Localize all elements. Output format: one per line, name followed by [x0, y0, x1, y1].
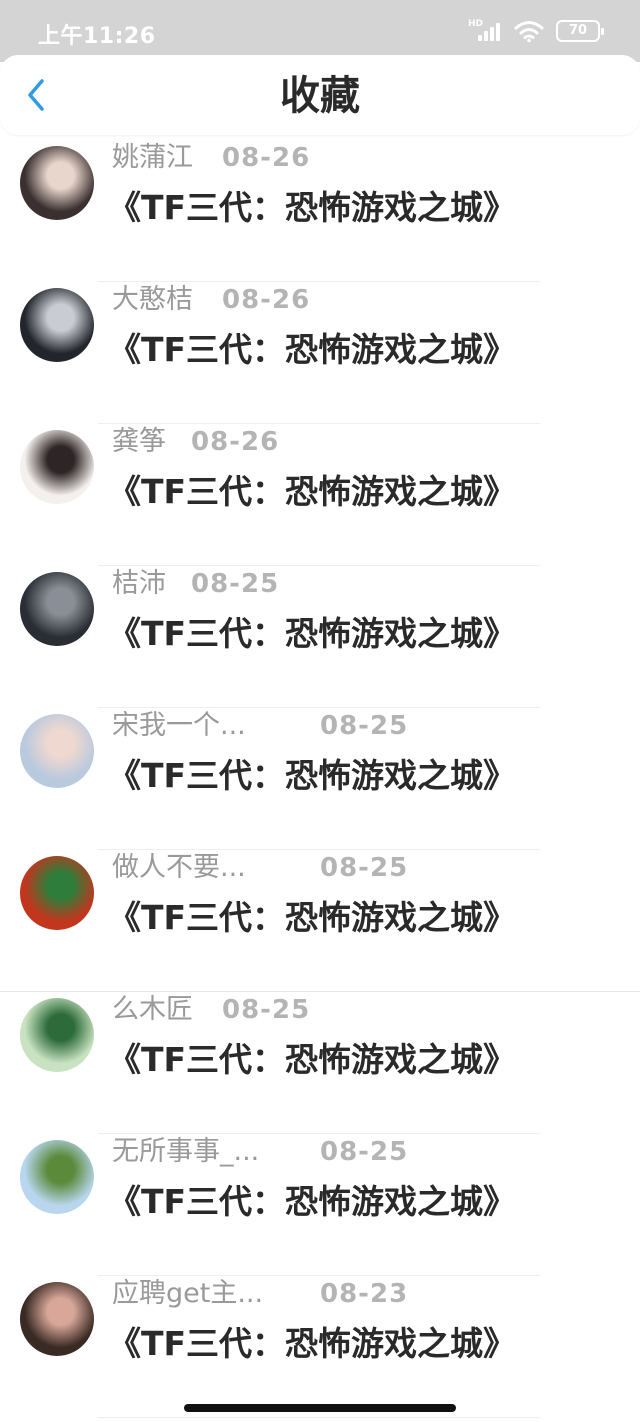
list-item[interactable]: 么木匠 08-25 《TF三代：恐怖游戏之城》	[0, 992, 640, 1134]
post-title[interactable]: 《TF三代：恐怖游戏之城》	[108, 1180, 516, 1224]
status-icons: HD 70	[468, 18, 604, 44]
avatar[interactable]	[20, 998, 94, 1072]
page-title: 收藏	[280, 73, 360, 119]
list-item[interactable]: 应聘get主... 08-23 《TF三代：恐怖游戏之城》	[0, 1276, 640, 1418]
post-date: 08-25	[320, 711, 409, 741]
username[interactable]: 宋我一个...	[112, 708, 246, 744]
list-item[interactable]: 龚筝 08-26 《TF三代：恐怖游戏之城》	[0, 424, 640, 566]
nav-bar: 收藏	[0, 55, 640, 135]
item-meta: 宋我一个... 08-25	[112, 708, 612, 744]
post-title[interactable]: 《TF三代：恐怖游戏之城》	[108, 896, 516, 940]
post-title[interactable]: 《TF三代：恐怖游戏之城》	[108, 328, 516, 372]
post-date: 08-25	[222, 995, 311, 1025]
post-title[interactable]: 《TF三代：恐怖游戏之城》	[108, 754, 516, 798]
post-date: 08-25	[320, 853, 409, 883]
status-time: 上午11:26	[38, 24, 156, 49]
item-meta: 无所事事_... 08-25	[112, 1134, 612, 1170]
post-title[interactable]: 《TF三代：恐怖游戏之城》	[108, 1038, 516, 1082]
username[interactable]: 应聘get主...	[112, 1276, 263, 1312]
avatar[interactable]	[20, 856, 94, 930]
wifi-icon	[514, 21, 544, 43]
battery-level: 70	[568, 23, 588, 38]
username[interactable]: 无所事事_...	[112, 1134, 259, 1170]
item-meta: 么木匠 08-25	[112, 992, 612, 1028]
cellular-signal-icon: HD	[468, 19, 502, 43]
post-date: 08-26	[222, 143, 311, 173]
post-date: 08-26	[222, 285, 311, 315]
avatar[interactable]	[20, 430, 94, 504]
avatar[interactable]	[20, 714, 94, 788]
username[interactable]: 姚蒲江	[112, 140, 193, 176]
post-date: 08-23	[320, 1279, 409, 1309]
username[interactable]: 么木匠	[112, 992, 193, 1028]
list-item[interactable]: 宋我一个... 08-25 《TF三代：恐怖游戏之城》	[0, 708, 640, 850]
list-item[interactable]: 桔沛 08-25 《TF三代：恐怖游戏之城》	[0, 566, 640, 708]
post-date: 08-26	[191, 427, 280, 457]
list-item[interactable]: 做人不要... 08-25 《TF三代：恐怖游戏之城》	[0, 850, 640, 992]
favorites-list: 姚蒲江 08-26 《TF三代：恐怖游戏之城》 大憨桔 08-26 《TF三代：恐怖游戏之…	[0, 140, 640, 1418]
item-meta: 桔沛 08-25	[112, 566, 612, 602]
item-meta: 应聘get主... 08-23	[112, 1276, 612, 1312]
avatar[interactable]	[20, 288, 94, 362]
battery-icon: 70	[556, 20, 604, 42]
item-meta: 龚筝 08-26	[112, 424, 612, 460]
avatar[interactable]	[20, 572, 94, 646]
post-title[interactable]: 《TF三代：恐怖游戏之城》	[108, 186, 516, 230]
list-item[interactable]: 姚蒲江 08-26 《TF三代：恐怖游戏之城》	[0, 140, 640, 282]
post-date: 08-25	[191, 569, 280, 599]
divider	[98, 1417, 540, 1418]
status-bar: 上午11:26 HD 70	[0, 0, 640, 62]
post-title[interactable]: 《TF三代：恐怖游戏之城》	[108, 612, 516, 656]
item-meta: 大憨桔 08-26	[112, 282, 612, 318]
post-title[interactable]: 《TF三代：恐怖游戏之城》	[108, 1322, 516, 1366]
avatar[interactable]	[20, 1282, 94, 1356]
list-item[interactable]: 大憨桔 08-26 《TF三代：恐怖游戏之城》	[0, 282, 640, 424]
username[interactable]: 桔沛	[112, 566, 166, 602]
item-meta: 做人不要... 08-25	[112, 850, 612, 886]
post-title[interactable]: 《TF三代：恐怖游戏之城》	[108, 470, 516, 514]
home-indicator	[184, 1404, 456, 1412]
username[interactable]: 做人不要...	[112, 850, 246, 886]
avatar[interactable]	[20, 1140, 94, 1214]
list-item[interactable]: 无所事事_... 08-25 《TF三代：恐怖游戏之城》	[0, 1134, 640, 1276]
post-date: 08-25	[320, 1137, 409, 1167]
item-meta: 姚蒲江 08-26	[112, 140, 612, 176]
username[interactable]: 龚筝	[112, 424, 166, 460]
network-type-label: HD	[468, 19, 484, 29]
avatar[interactable]	[20, 146, 94, 220]
username[interactable]: 大憨桔	[112, 282, 193, 318]
